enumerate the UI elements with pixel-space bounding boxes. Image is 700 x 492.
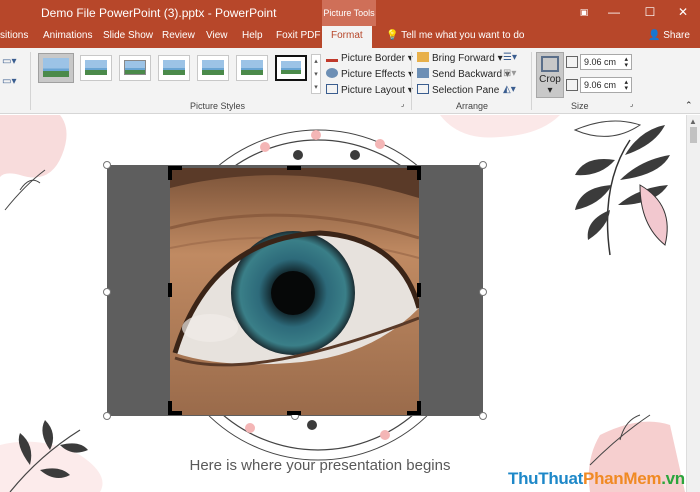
scroll-thumb[interactable]: [690, 127, 697, 143]
crop-handle[interactable]: [287, 411, 301, 415]
picture-style-thumb[interactable]: [119, 55, 151, 81]
clipped-command-icon[interactable]: ▭▾: [2, 56, 16, 67]
collapse-ribbon-icon[interactable]: ⌃: [685, 100, 693, 111]
person-icon: 👤: [648, 30, 661, 41]
tab-format[interactable]: Format: [322, 26, 372, 48]
selection-pane-button[interactable]: Selection Pane: [417, 84, 499, 96]
lightbulb-icon: 💡: [386, 30, 399, 41]
width-field[interactable]: 9.06 cm ▴ ▾: [580, 77, 632, 93]
vertical-scrollbar[interactable]: ▲: [686, 115, 700, 492]
bring-forward-icon: [417, 52, 429, 62]
size-dialog-launcher-icon[interactable]: ⌟: [630, 100, 633, 108]
resize-handle[interactable]: [479, 161, 487, 169]
crop-handle[interactable]: [168, 166, 172, 180]
dialog-launcher-icon[interactable]: ⌟: [401, 100, 404, 108]
resize-handle[interactable]: [479, 288, 487, 296]
tell-me-search[interactable]: 💡 Tell me what you want to do: [386, 30, 524, 41]
ribbon-tabs: sitions Animations Slide Show Review Vie…: [0, 26, 700, 48]
picture-styles-label: Picture Styles: [190, 101, 246, 111]
selection-pane-icon: [417, 84, 429, 94]
watermark-logo: ThuThuatPhanMem.vn: [508, 469, 685, 488]
group-separator: [411, 52, 412, 110]
picture-style-thumb[interactable]: [236, 55, 268, 81]
rotate-icon[interactable]: ◭▾: [503, 84, 516, 95]
crop-handle[interactable]: [417, 283, 421, 297]
bring-forward-button[interactable]: Bring Forward ▾: [417, 52, 503, 64]
send-backward-button[interactable]: Send Backward ▾: [417, 68, 510, 80]
minimize-icon[interactable]: —: [597, 0, 631, 26]
tab-foxit-pdf[interactable]: Foxit PDF: [276, 30, 320, 41]
group-icon[interactable]: ⊞▾: [503, 68, 516, 79]
picture-style-thumb[interactable]: [275, 55, 307, 81]
tab-animations[interactable]: Animations: [43, 30, 92, 41]
resize-handle[interactable]: [103, 161, 111, 169]
resize-handle[interactable]: [103, 288, 111, 296]
scroll-up-icon[interactable]: ▲: [689, 117, 698, 127]
picture-style-thumb[interactable]: [158, 55, 190, 81]
picture-layout-button[interactable]: Picture Layout ▾: [326, 84, 413, 96]
picture-eye-image[interactable]: [170, 168, 419, 415]
group-separator: [531, 52, 532, 110]
window-title: Demo File PowerPoint (3).pptx - PowerPoi…: [41, 6, 277, 20]
tab-slide-show[interactable]: Slide Show: [103, 30, 153, 41]
resize-handle[interactable]: [479, 412, 487, 420]
close-icon[interactable]: ✕: [666, 0, 700, 26]
tab-help[interactable]: Help: [242, 30, 263, 41]
share-label: Share: [663, 30, 690, 41]
tab-review[interactable]: Review: [162, 30, 195, 41]
ribbon-display-icon[interactable]: ▣: [567, 0, 601, 26]
crop-handle[interactable]: [168, 401, 172, 415]
height-field[interactable]: 9.06 cm ▴ ▾: [580, 54, 632, 70]
clipped-command-icon-2[interactable]: ▭▾: [2, 76, 16, 87]
crop-icon: [541, 56, 559, 72]
picture-effects-button[interactable]: Picture Effects ▾: [326, 68, 413, 80]
picture-style-thumb[interactable]: [197, 55, 229, 81]
size-label: Size: [571, 101, 589, 111]
crop-handle[interactable]: [168, 283, 172, 297]
tell-me-text: Tell me what you want to do: [401, 30, 525, 41]
picture-style-thumb[interactable]: [38, 53, 74, 83]
align-icon[interactable]: ☰▾: [503, 52, 517, 63]
height-icon: [566, 56, 578, 68]
crop-handle[interactable]: [287, 166, 301, 170]
tab-transitions[interactable]: sitions: [0, 30, 28, 41]
tab-view[interactable]: View: [206, 30, 228, 41]
picture-tools-context-label: Picture Tools: [322, 0, 376, 26]
group-separator: [30, 52, 31, 110]
share-button[interactable]: 👤 Share: [648, 30, 690, 41]
send-backward-icon: [417, 68, 429, 78]
restore-icon[interactable]: ☐: [633, 0, 667, 26]
picture-border-button[interactable]: Picture Border ▾: [326, 52, 413, 64]
crop-handle[interactable]: [417, 401, 421, 415]
effects-icon: [326, 68, 338, 78]
crop-handle[interactable]: [417, 166, 421, 180]
layout-icon: [326, 84, 338, 94]
crop-button[interactable]: Crop ▾: [536, 52, 564, 98]
slide-canvas[interactable]: [0, 115, 685, 492]
ribbon: ▭▾ ▭▾ ▴ ▾ ▾ Picture Border ▾ Picture Effec…: [0, 48, 700, 114]
eye-illustration: [170, 168, 419, 415]
width-icon: [566, 79, 578, 91]
picture-style-thumb[interactable]: [80, 55, 112, 81]
gallery-scroll[interactable]: ▴ ▾ ▾: [311, 54, 321, 94]
title-bar: Demo File PowerPoint (3).pptx - PowerPoi…: [0, 0, 700, 26]
pen-icon: [326, 52, 338, 62]
resize-handle[interactable]: [103, 412, 111, 420]
arrange-label: Arrange: [456, 101, 489, 111]
